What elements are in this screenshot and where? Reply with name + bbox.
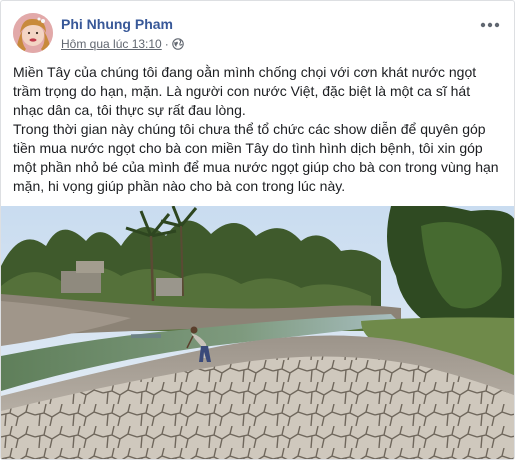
- post-meta: Hôm qua lúc 13:10 ·: [61, 37, 184, 53]
- post-header: Phi Nhung Pham Hôm qua lúc 13:10 ·: [13, 11, 502, 57]
- post-paragraph: Miền Tây của chúng tôi đang oằn mình chố…: [13, 64, 477, 118]
- author-name[interactable]: Phi Nhung Pham: [61, 16, 173, 32]
- post-body: Miền Tây của chúng tôi đang oằn mình chố…: [13, 63, 503, 196]
- post-timestamp[interactable]: Hôm qua lúc 13:10: [61, 37, 162, 51]
- globe-icon[interactable]: [171, 38, 184, 53]
- avatar[interactable]: [13, 13, 53, 53]
- post-photo-drought-riverbed[interactable]: [1, 206, 514, 459]
- facebook-post: Phi Nhung Pham Hôm qua lúc 13:10 · Miền T…: [0, 0, 515, 460]
- more-options-icon[interactable]: [478, 17, 502, 33]
- post-paragraph: Trong thời gian này chúng tôi chưa thể t…: [13, 121, 499, 194]
- meta-separator: ·: [164, 37, 169, 51]
